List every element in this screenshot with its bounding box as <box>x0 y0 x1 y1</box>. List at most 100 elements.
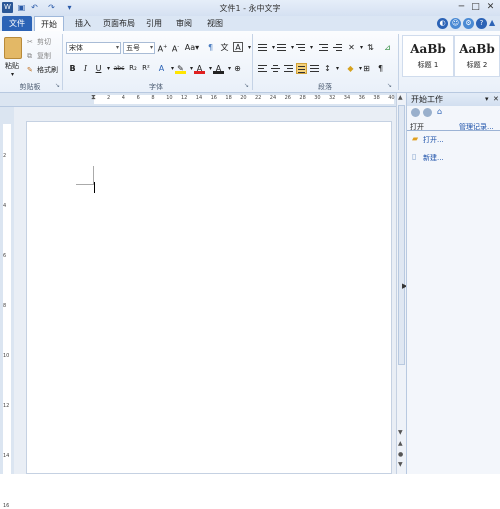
numbered-list-icon[interactable] <box>276 42 287 53</box>
horizontal-ruler[interactable]: ⧗ 2 4 6 8 10 12 14 16 18 20 22 24 26 28 30 32 34 36 38 40 <box>0 93 396 107</box>
italic-button[interactable]: I <box>80 63 91 74</box>
chevron-down-icon[interactable]: ▾ <box>244 42 255 53</box>
tab-insert[interactable]: 插入 <box>70 16 96 31</box>
align-right-icon[interactable] <box>283 63 294 74</box>
document-page[interactable] <box>26 121 392 474</box>
char-shading-icon[interactable]: 文 <box>219 42 230 53</box>
gear-icon[interactable]: ⚙ <box>463 18 474 29</box>
font-size-combo[interactable]: 五号 ▾ <box>123 42 155 54</box>
subscript-button[interactable]: R₂ <box>127 63 139 74</box>
multilevel-list-icon[interactable] <box>295 42 306 53</box>
collapse-ribbon-icon[interactable]: ▲ <box>489 18 495 27</box>
align-left-icon[interactable] <box>257 63 268 74</box>
style-heading-1[interactable]: AaBb 标题 1 <box>402 35 454 77</box>
next-page-icon[interactable]: ▼ <box>398 461 403 468</box>
help-icon[interactable]: ? <box>476 18 487 29</box>
tab-references[interactable]: 引用 <box>142 16 166 31</box>
copy-icon[interactable]: ⧉ <box>27 51 32 62</box>
tab-view[interactable]: 视图 <box>203 16 227 31</box>
distributed-icon[interactable] <box>309 63 320 74</box>
border-icon[interactable]: ⊞ <box>361 63 372 74</box>
ruler-number: 22 <box>255 95 262 101</box>
scroll-down-icon[interactable]: ▼ <box>398 429 403 436</box>
align-center-icon[interactable] <box>270 63 281 74</box>
char-shading-color-icon[interactable]: A <box>213 63 224 74</box>
strikethrough-button[interactable]: abc <box>112 63 126 74</box>
manage-records-link[interactable]: 管理记录... <box>459 122 494 132</box>
new-link[interactable]: 新建... <box>423 153 444 163</box>
forward-icon[interactable] <box>423 108 432 117</box>
enclose-char-icon[interactable]: ⊕ <box>232 63 243 74</box>
shrink-font-icon[interactable]: A- <box>170 42 181 54</box>
font-color-icon[interactable]: A <box>194 63 205 74</box>
tab-page-layout[interactable]: 页面布局 <box>99 16 139 31</box>
chevron-down-icon[interactable]: ▾ <box>332 63 343 74</box>
font-name-combo[interactable]: 宋体 ▾ <box>66 42 121 54</box>
dialog-launcher-icon[interactable]: ↘ <box>244 82 249 89</box>
close-icon[interactable]: ✕ <box>484 1 497 14</box>
close-panel-icon[interactable]: ✕ <box>493 93 499 106</box>
format-painter-icon[interactable]: ✎ <box>27 65 33 76</box>
title-bar: W ▣ ↶ ↷ ▾ 文件1 - 永中文字 ─ □ ✕ <box>0 0 500 16</box>
ruler-number: 4 <box>121 95 125 101</box>
scroll-up-icon[interactable]: ▲ <box>398 94 403 101</box>
chevron-down-icon[interactable]: ▾ <box>485 93 489 106</box>
phonetic-guide-icon[interactable]: ¶ <box>205 42 216 53</box>
superscript-button[interactable]: R² <box>140 63 152 74</box>
ruler-number: 36 <box>358 95 365 101</box>
chevron-down-icon[interactable]: ▾ <box>306 42 317 53</box>
ruler-number: 14 <box>3 453 10 459</box>
ruler-number: 6 <box>136 95 140 101</box>
tab-file[interactable]: 文件 <box>2 16 32 31</box>
bullet-list-icon[interactable] <box>257 42 268 53</box>
vertical-ruler[interactable]: 2 4 6 8 10 12 14 16 <box>0 107 14 509</box>
open-link[interactable]: 打开... <box>423 135 444 145</box>
dialog-launcher-icon[interactable]: ↘ <box>387 82 392 89</box>
decrease-indent-icon[interactable] <box>318 42 329 53</box>
increase-indent-icon[interactable] <box>332 42 343 53</box>
tab-review[interactable]: 审阅 <box>172 16 196 31</box>
bold-button[interactable]: B <box>67 63 78 74</box>
justify-icon[interactable] <box>296 63 307 74</box>
paste-dropdown-icon[interactable]: ▾ <box>11 71 14 78</box>
tab-home[interactable]: 开始 <box>34 16 64 31</box>
ruler-number: 30 <box>314 95 321 101</box>
ruler-number: 34 <box>343 95 351 101</box>
group-divider <box>398 34 399 90</box>
task-panel-toolbar: ⌂ <box>407 107 500 119</box>
show-marks-icon[interactable]: ⊿ <box>382 42 393 53</box>
char-border-icon[interactable]: A <box>233 42 243 52</box>
ruler-number: 40 <box>388 95 395 101</box>
dialog-launcher-icon[interactable]: ↘ <box>55 82 60 89</box>
cut-icon[interactable]: ✂ <box>27 37 33 48</box>
back-icon[interactable] <box>411 108 420 117</box>
browse-object-icon[interactable]: ● <box>398 451 403 458</box>
style-heading-2[interactable]: AaBb 标题 2 <box>454 35 500 77</box>
change-case-icon[interactable]: Aa▾ <box>184 42 200 53</box>
indent-marker-icon[interactable]: ⧗ <box>91 93 96 102</box>
copy-button[interactable]: 复制 <box>37 51 51 62</box>
ruler-number: 26 <box>284 95 291 101</box>
minimize-icon[interactable]: ─ <box>455 1 468 14</box>
font-group-label: 字体 <box>149 83 163 91</box>
paste-icon[interactable] <box>4 37 22 59</box>
user-icon[interactable]: ☺ <box>450 18 461 29</box>
sort-icon[interactable]: ⇅ <box>365 42 376 53</box>
window-title: 文件1 - 永中文字 <box>219 4 281 13</box>
pilcrow-button[interactable]: ¶ <box>375 63 386 74</box>
cut-button[interactable]: 剪切 <box>37 37 51 48</box>
prev-page-icon[interactable]: ▲ <box>398 440 403 447</box>
theme-icon[interactable]: ◐ <box>437 18 448 29</box>
highlight-icon[interactable]: ✎ <box>175 63 186 74</box>
grow-font-icon[interactable]: A+ <box>157 42 168 54</box>
ruler-number: 14 <box>195 95 203 101</box>
text-effect-icon[interactable]: A <box>156 63 167 74</box>
new-document-icon: ▯ <box>412 152 417 161</box>
maximize-icon[interactable]: □ <box>469 1 482 14</box>
home-icon[interactable]: ⌂ <box>437 107 442 116</box>
scroll-thumb[interactable] <box>398 105 405 365</box>
format-painter-button[interactable]: 格式刷 <box>37 65 58 76</box>
folder-icon: ▰ <box>412 134 419 143</box>
ruler-number: 2 <box>3 153 7 159</box>
style-sample: AaBb <box>459 42 495 56</box>
